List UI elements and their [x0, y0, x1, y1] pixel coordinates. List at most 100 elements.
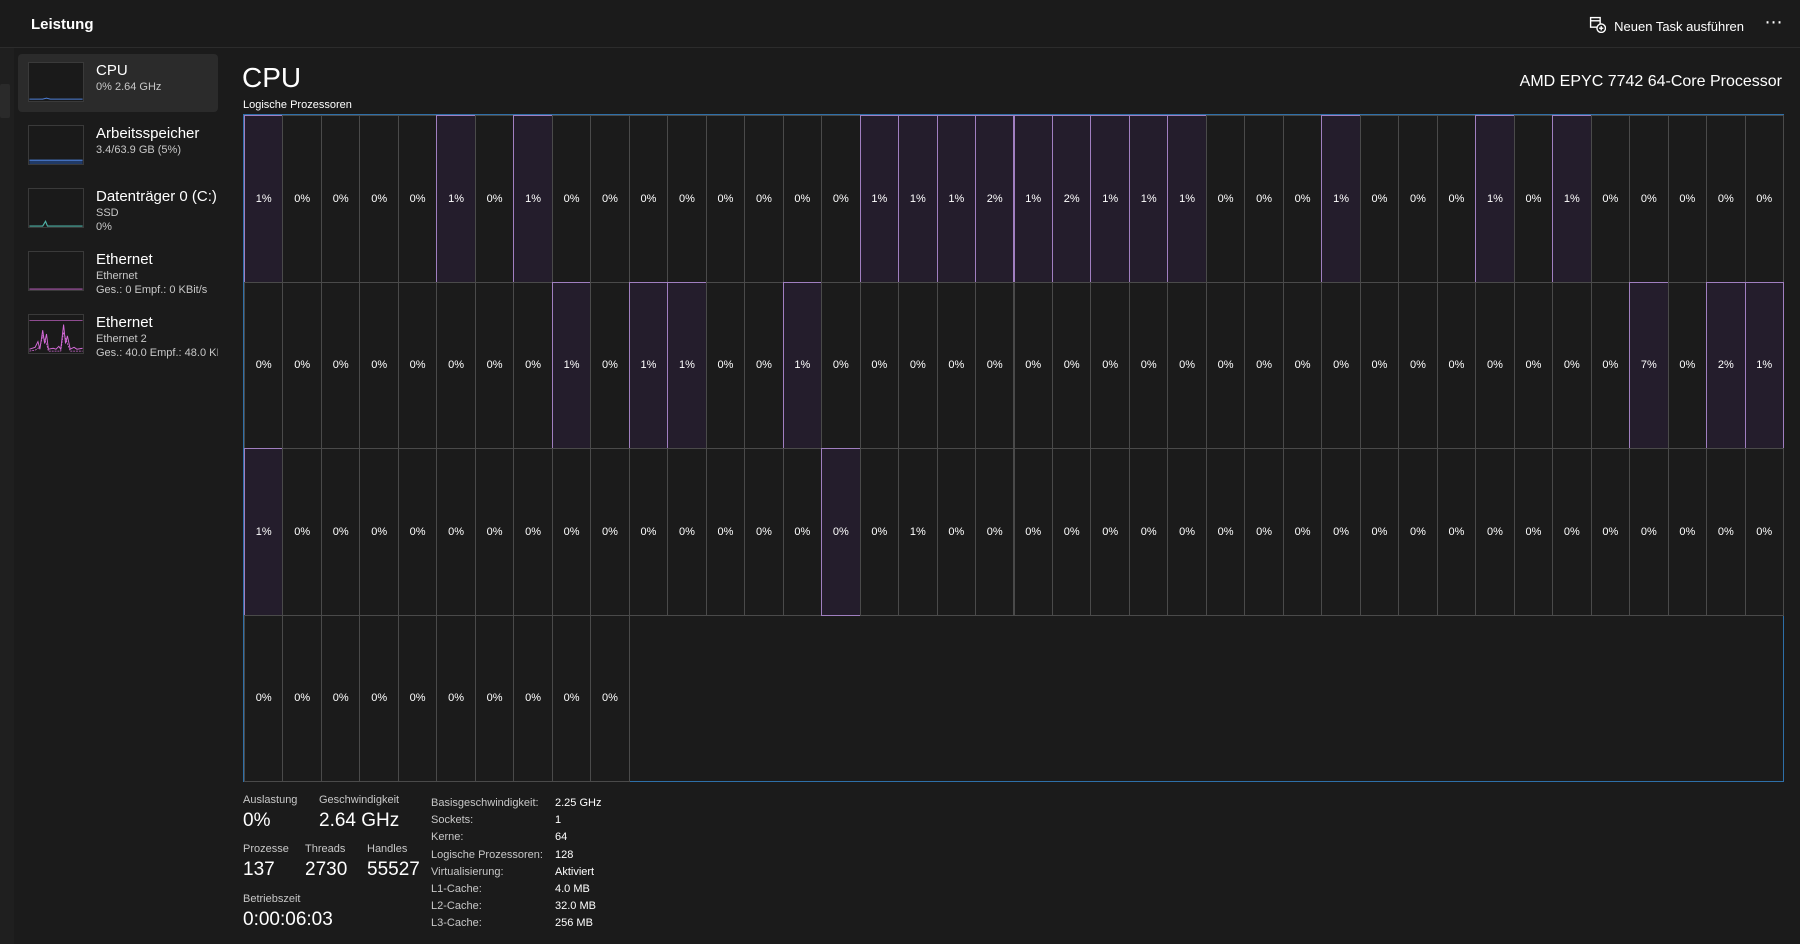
sidebar-item-title: Ethernet [96, 251, 153, 268]
sidebar-item-detail: Ethernet 2 [96, 333, 147, 345]
logical-processor-cell: 0% [513, 281, 553, 449]
logical-processor-cell: 0% [782, 448, 823, 616]
logical-processor-cell: 0% [551, 448, 592, 616]
logical-processor-cell: 0% [1128, 448, 1169, 616]
spec-value: 256 MB [555, 917, 593, 930]
logical-processor-cell: 0% [359, 115, 399, 283]
processor-name: AMD EPYC 7742 64-Core Processor [1519, 73, 1782, 90]
run-new-task-button[interactable]: Neuen Task ausführen [1589, 15, 1744, 37]
logical-processor-cell: 0% [1590, 448, 1631, 616]
logical-processor-cell: 0% [744, 448, 784, 616]
logical-processor-cell: 0% [436, 448, 476, 616]
logical-processor-cell: 0% [1321, 281, 1361, 449]
logical-processor-cell: 0% [436, 281, 476, 449]
spec-row: L3-Cache: 256 MB [431, 915, 601, 932]
spec-row: Logische Prozessoren: 128 [431, 847, 601, 864]
new-task-icon [1589, 16, 1607, 36]
spec-value: 128 [555, 848, 574, 861]
logical-processor-cell: 0% [1513, 448, 1554, 616]
sidebar-item-ethernet-2[interactable]: Ethernet Ethernet 2 Ges.: 40.0 Empf.: 48… [18, 306, 218, 364]
logical-processor-cell: 0% [1051, 448, 1092, 616]
logical-processor-cell: 2% [1051, 115, 1092, 283]
logical-processor-cell: 7% [1629, 281, 1669, 449]
utilization-value: 0% [243, 810, 271, 831]
logical-processor-cell: 0% [1667, 281, 1708, 449]
logical-processor-cell: 0% [1513, 115, 1554, 283]
logical-processor-cell: 0% [1321, 448, 1361, 616]
spec-key: Kerne: [431, 831, 464, 844]
logical-processor-cell: 1% [1128, 115, 1169, 283]
logical-processor-cell: 0% [359, 448, 399, 616]
logical-processor-cell: 0% [282, 614, 322, 782]
logical-processor-cell: 0% [1552, 281, 1592, 449]
sidebar-item-title: Ethernet [96, 314, 153, 331]
logical-processor-cell: 0% [359, 614, 399, 782]
spec-key: Logische Prozessoren: [431, 848, 543, 861]
logical-processor-cell: 0% [551, 614, 592, 782]
sidebar-item-memory[interactable]: Arbeitsspeicher 3.4/63.9 GB (5%) [18, 117, 218, 175]
sidebar-item-detail: 3.4/63.9 GB (5%) [96, 144, 181, 156]
logical-processor-cell: 2% [975, 115, 1015, 283]
logical-processor-cell: 0% [859, 281, 900, 449]
logical-processor-cell: 1% [628, 281, 669, 449]
logical-processor-cell: 0% [513, 448, 553, 616]
logical-processor-cell: 0% [1244, 115, 1284, 283]
uptime-value: 0:00:06:03 [243, 909, 333, 930]
network-graph-icon [28, 251, 84, 291]
spec-value: 32.0 MB [555, 900, 596, 913]
logical-processor-cell: 0% [320, 281, 361, 449]
logical-processor-cell: 0% [320, 614, 361, 782]
logical-processor-cell: 0% [397, 115, 438, 283]
logical-processor-cell: 0% [1013, 281, 1053, 449]
logical-processor-cell: 0% [744, 281, 784, 449]
logical-processor-cell: 1% [1167, 115, 1207, 283]
processes-value: 137 [243, 859, 275, 880]
logical-processor-cell: 0% [1629, 448, 1669, 616]
spec-value: 1 [555, 814, 562, 827]
utilization-label: Auslastung [243, 794, 298, 806]
logical-processor-cell: 1% [898, 448, 938, 616]
spec-value: 64 [555, 831, 568, 844]
logical-processor-cell: 0% [1051, 281, 1092, 449]
sidebar-item-cpu[interactable]: CPU 0% 2.64 GHz [18, 54, 218, 112]
speed-label: Geschwindigkeit [319, 794, 400, 806]
logical-processor-cell: 0% [551, 115, 592, 283]
nav-selection-marker [0, 84, 10, 118]
logical-processor-cell: 0% [1513, 281, 1554, 449]
logical-processor-cell: 1% [1475, 115, 1515, 283]
logical-processor-cell: 0% [590, 614, 630, 782]
logical-processor-cell: 0% [1667, 115, 1708, 283]
logical-processor-grid: 1% 0% 0% 0% 0% 1% 0% 1% 0% 0% 0% 0% 0% 0% 0% 0% 1% 1% 1% 2%… [243, 114, 1784, 782]
logical-processor-cell: 0% [1359, 448, 1400, 616]
logical-processor-cell: 0% [1167, 448, 1207, 616]
logical-processor-cell: 0% [1090, 281, 1130, 449]
header-bar: Leistung Neuen Task ausführen ⋯ [0, 0, 1800, 48]
spec-key: L2-Cache: [431, 900, 482, 913]
logical-processor-cell: 0% [1244, 281, 1284, 449]
logical-processor-cell: 0% [1706, 115, 1746, 283]
sidebar-item-detail: 0% 2.64 GHz [96, 81, 162, 93]
logical-processor-cell: 0% [1590, 115, 1631, 283]
logical-processor-cell: 1% [513, 115, 553, 283]
logical-processor-cell: 0% [1744, 115, 1784, 283]
spec-value: Aktiviert [555, 865, 595, 878]
logical-processor-cell: 1% [936, 115, 977, 283]
network-graph-icon [28, 314, 84, 354]
logical-processor-cell: 0% [1128, 281, 1169, 449]
logical-processor-cell: 0% [1398, 115, 1438, 283]
spec-value: 4.0 MB [555, 883, 590, 896]
logical-processor-cell: 0% [705, 281, 746, 449]
logical-processor-cell: 0% [590, 281, 630, 449]
logical-processor-cell: 0% [320, 448, 361, 616]
sidebar-item-disk[interactable]: Datenträger 0 (C:) SSD 0% [18, 180, 218, 238]
more-options-button[interactable]: ⋯ [1760, 12, 1788, 36]
page-title: Leistung [31, 16, 94, 33]
sidebar-item-detail-2: 0% [96, 221, 112, 233]
threads-value: 2730 [305, 859, 348, 880]
logical-processor-cell: 0% [667, 115, 707, 283]
spec-key: L3-Cache: [431, 917, 482, 930]
run-new-task-label: Neuen Task ausführen [1614, 18, 1744, 34]
sidebar-item-ethernet[interactable]: Ethernet Ethernet Ges.: 0 Empf.: 0 KBit/… [18, 243, 218, 301]
spec-row: L1-Cache: 4.0 MB [431, 881, 601, 898]
logical-processor-cell: 0% [936, 448, 977, 616]
